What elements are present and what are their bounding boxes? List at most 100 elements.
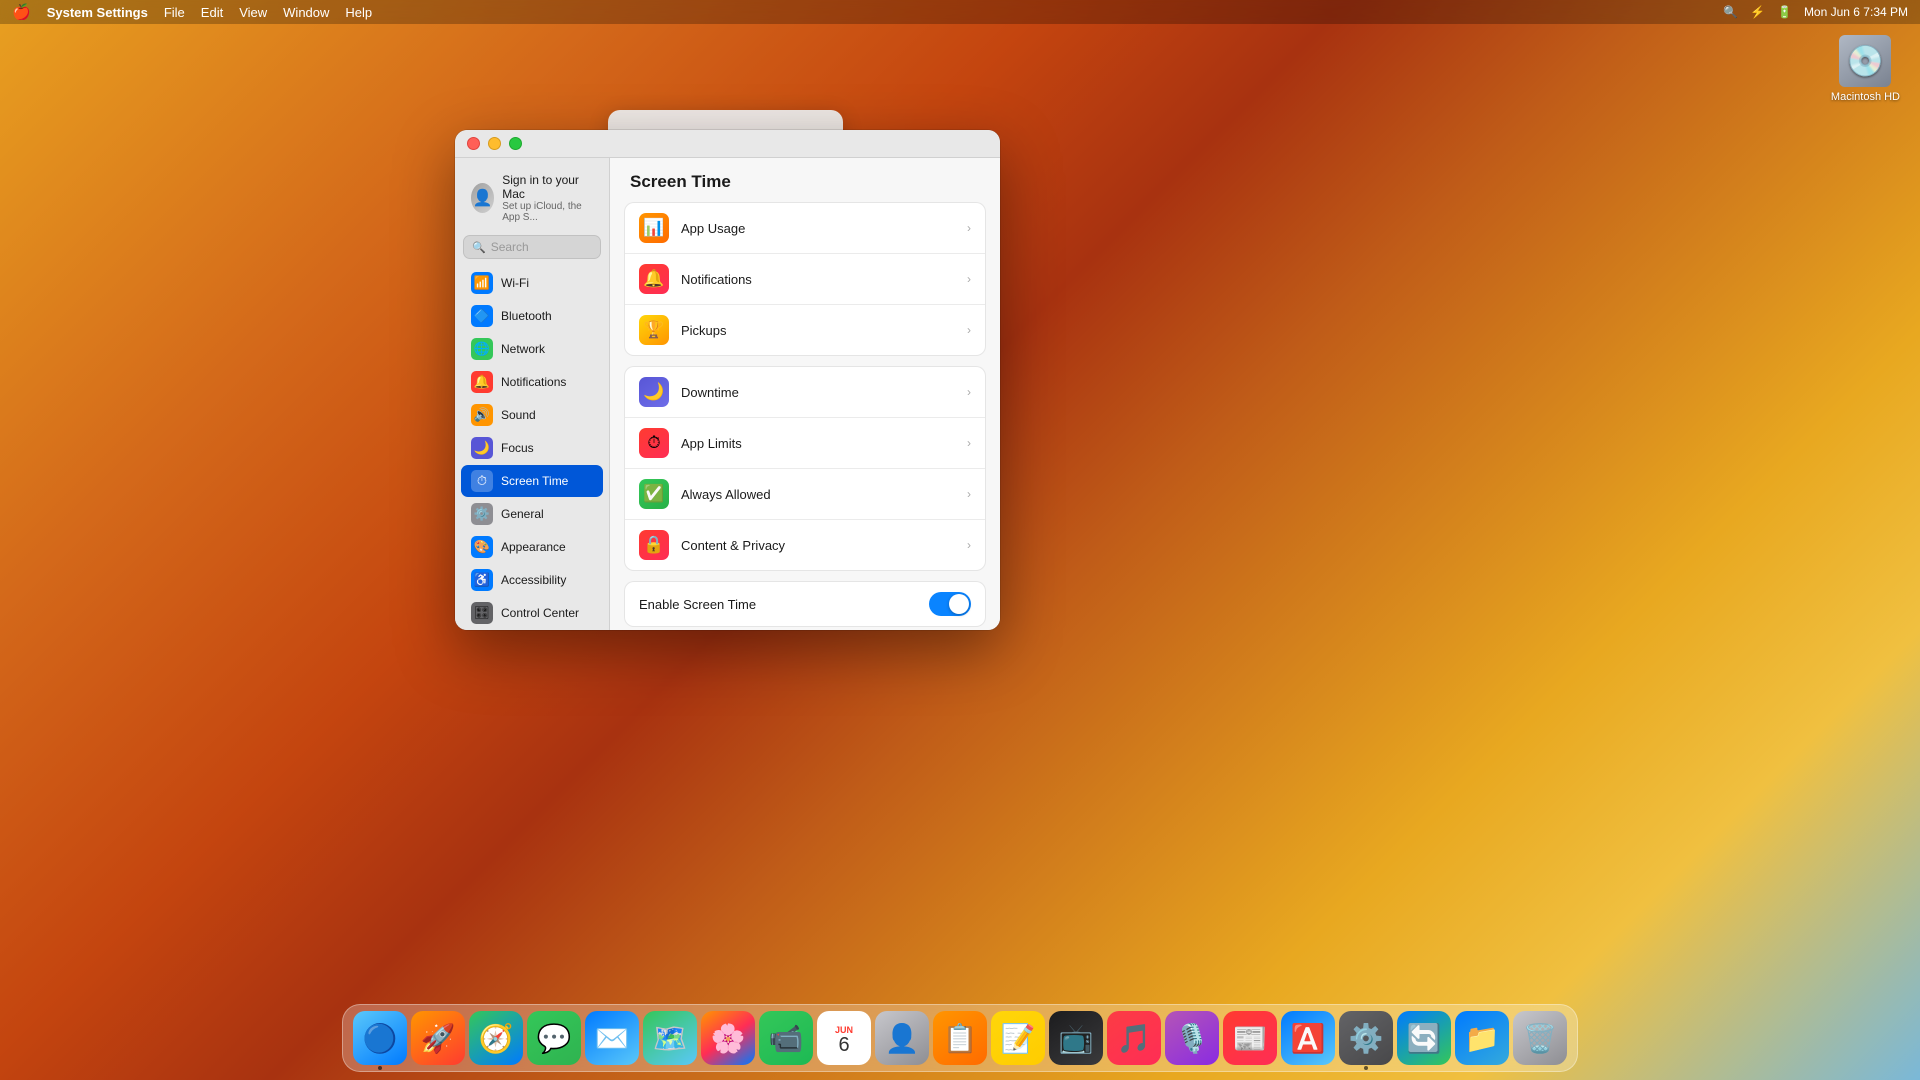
account-text: Sign in to your Mac Set up iCloud, the A… xyxy=(502,173,593,223)
account-avatar: 👤 xyxy=(471,183,494,213)
always-allowed-label: Always Allowed xyxy=(681,487,955,502)
dock-news[interactable]: 📰 xyxy=(1223,1011,1277,1065)
dock-files[interactable]: 📁 xyxy=(1455,1011,1509,1065)
sidebar-item-focus[interactable]: 🌙 Focus xyxy=(461,432,603,464)
sidebar-item-general[interactable]: ⚙️ General xyxy=(461,498,603,530)
dock-messages[interactable]: 💬 xyxy=(527,1011,581,1065)
sidebar-item-appearance[interactable]: 🎨 Appearance xyxy=(461,531,603,563)
sidebar-label-wifi: Wi-Fi xyxy=(501,276,529,290)
menu-file[interactable]: File xyxy=(164,5,185,20)
app-name[interactable]: System Settings xyxy=(47,5,148,20)
macintosh-hd-icon[interactable]: 💿 Macintosh HD xyxy=(1831,35,1900,103)
bluetooth-icon: 🔷 xyxy=(471,305,493,327)
podcasts-icon: 🎙️ xyxy=(1175,1022,1210,1055)
menubar: 🍎 System Settings File Edit View Window … xyxy=(0,0,1920,24)
dock-facetime[interactable]: 📹 xyxy=(759,1011,813,1065)
menubar-right: 🔍 ⚡ 🔋 Mon Jun 6 7:34 PM xyxy=(1723,5,1908,19)
apple-menu[interactable]: 🍎 xyxy=(12,3,31,21)
search-icon: 🔍 xyxy=(472,241,486,254)
sidebar-item-network[interactable]: 🌐 Network xyxy=(461,333,603,365)
close-button[interactable] xyxy=(467,137,480,150)
dock-launchpad[interactable]: 🚀 xyxy=(411,1011,465,1065)
menubar-search-icon[interactable]: 🔍 xyxy=(1723,5,1738,19)
transloader-icon: 🔄 xyxy=(1407,1022,1442,1055)
notifications-chevron: › xyxy=(967,272,971,286)
app-usage-label: App Usage xyxy=(681,221,955,236)
setting-row-app-limits[interactable]: ⏱ App Limits › xyxy=(625,418,985,469)
app-limits-icon: ⏱ xyxy=(639,428,669,458)
dock-calendar[interactable]: JUN 6 xyxy=(817,1011,871,1065)
dock-music[interactable]: 🎵 xyxy=(1107,1011,1161,1065)
sidebar-item-control-center[interactable]: 🎛 Control Center xyxy=(461,597,603,629)
menubar-battery-icon: 🔋 xyxy=(1777,5,1792,19)
search-input[interactable] xyxy=(491,240,592,254)
sidebar-item-screen-time[interactable]: ⏱ Screen Time xyxy=(461,465,603,497)
dock-notes[interactable]: 📝 xyxy=(991,1011,1045,1065)
hd-label: Macintosh HD xyxy=(1831,91,1900,103)
setting-row-downtime[interactable]: 🌙 Downtime › xyxy=(625,367,985,418)
setting-row-notifications[interactable]: 🔔 Notifications › xyxy=(625,254,985,305)
dock-mail[interactable]: ✉️ xyxy=(585,1011,639,1065)
sidebar-item-bluetooth[interactable]: 🔷 Bluetooth xyxy=(461,300,603,332)
sidebar-account[interactable]: 👤 Sign in to your Mac Set up iCloud, the… xyxy=(461,167,603,229)
setting-row-pickups[interactable]: 🏆 Pickups › xyxy=(625,305,985,355)
content-privacy-label: Content & Privacy xyxy=(681,538,955,553)
setting-row-content-privacy[interactable]: 🔒 Content & Privacy › xyxy=(625,520,985,570)
safari-icon: 🧭 xyxy=(479,1022,514,1055)
dock-system-settings[interactable]: ⚙️ xyxy=(1339,1011,1393,1065)
sidebar-label-screen-time: Screen Time xyxy=(501,474,568,488)
dock: 🔵 🚀 🧭 💬 ✉️ 🗺️ 🌸 📹 xyxy=(342,1004,1578,1072)
mail-icon: ✉️ xyxy=(595,1022,630,1055)
sidebar-item-wifi[interactable]: 📶 Wi-Fi xyxy=(461,267,603,299)
sidebar-item-accessibility[interactable]: ♿ Accessibility xyxy=(461,564,603,596)
sidebar-label-focus: Focus xyxy=(501,441,534,455)
pickups-chevron: › xyxy=(967,323,971,337)
account-name: Sign in to your Mac xyxy=(502,173,593,201)
dock-reminders[interactable]: 📋 xyxy=(933,1011,987,1065)
setting-row-always-allowed[interactable]: ✅ Always Allowed › xyxy=(625,469,985,520)
dock-appletv[interactable]: 📺 xyxy=(1049,1011,1103,1065)
dock-transloader[interactable]: 🔄 xyxy=(1397,1011,1451,1065)
sidebar-label-appearance: Appearance xyxy=(501,540,566,554)
dock-appstore[interactable]: 🅰️ xyxy=(1281,1011,1335,1065)
menu-window[interactable]: Window xyxy=(283,5,329,20)
dock-maps[interactable]: 🗺️ xyxy=(643,1011,697,1065)
dock-podcasts[interactable]: 🎙️ xyxy=(1165,1011,1219,1065)
search-bar[interactable]: 🔍 xyxy=(463,235,601,259)
menubar-controlcenter-icon[interactable]: ⚡ xyxy=(1750,5,1765,19)
control-center-icon: 🎛 xyxy=(471,602,493,624)
dock-finder[interactable]: 🔵 xyxy=(353,1011,407,1065)
section-group-top: 📊 App Usage › 🔔 Notifications › 🏆 Pickup… xyxy=(624,202,986,356)
menu-edit[interactable]: Edit xyxy=(201,5,223,20)
pickups-label: Pickups xyxy=(681,323,955,338)
screen-time-icon: ⏱ xyxy=(471,470,493,492)
sidebar-label-bluetooth: Bluetooth xyxy=(501,309,552,323)
enable-screen-time-section: Enable Screen Time xyxy=(624,581,986,627)
dock-safari[interactable]: 🧭 xyxy=(469,1011,523,1065)
enable-screen-time-toggle[interactable] xyxy=(929,592,971,616)
app-limits-chevron: › xyxy=(967,436,971,450)
dock-trash[interactable]: 🗑️ xyxy=(1513,1011,1567,1065)
appearance-icon: 🎨 xyxy=(471,536,493,558)
sidebar-label-notifications: Notifications xyxy=(501,375,566,389)
notifications-icon: 🔔 xyxy=(639,264,669,294)
sidebar-item-notifications[interactable]: 🔔 Notifications xyxy=(461,366,603,398)
dock-contacts[interactable]: 👤 xyxy=(875,1011,929,1065)
minimize-button[interactable] xyxy=(488,137,501,150)
desktop: 🍎 System Settings File Edit View Window … xyxy=(0,0,1920,1080)
trash-icon: 🗑️ xyxy=(1523,1022,1558,1055)
setting-row-app-usage[interactable]: 📊 App Usage › xyxy=(625,203,985,254)
hd-drive-icon: 💿 xyxy=(1839,35,1891,87)
app-usage-chevron: › xyxy=(967,221,971,235)
sound-icon: 🔊 xyxy=(471,404,493,426)
music-icon: 🎵 xyxy=(1117,1022,1152,1055)
enable-screen-time-label: Enable Screen Time xyxy=(639,597,919,612)
dock-photos[interactable]: 🌸 xyxy=(701,1011,755,1065)
maximize-button[interactable] xyxy=(509,137,522,150)
menu-view[interactable]: View xyxy=(239,5,267,20)
app-usage-icon: 📊 xyxy=(639,213,669,243)
messages-icon: 💬 xyxy=(537,1022,572,1055)
sidebar-item-sound[interactable]: 🔊 Sound xyxy=(461,399,603,431)
menu-help[interactable]: Help xyxy=(345,5,372,20)
wifi-icon: 📶 xyxy=(471,272,493,294)
